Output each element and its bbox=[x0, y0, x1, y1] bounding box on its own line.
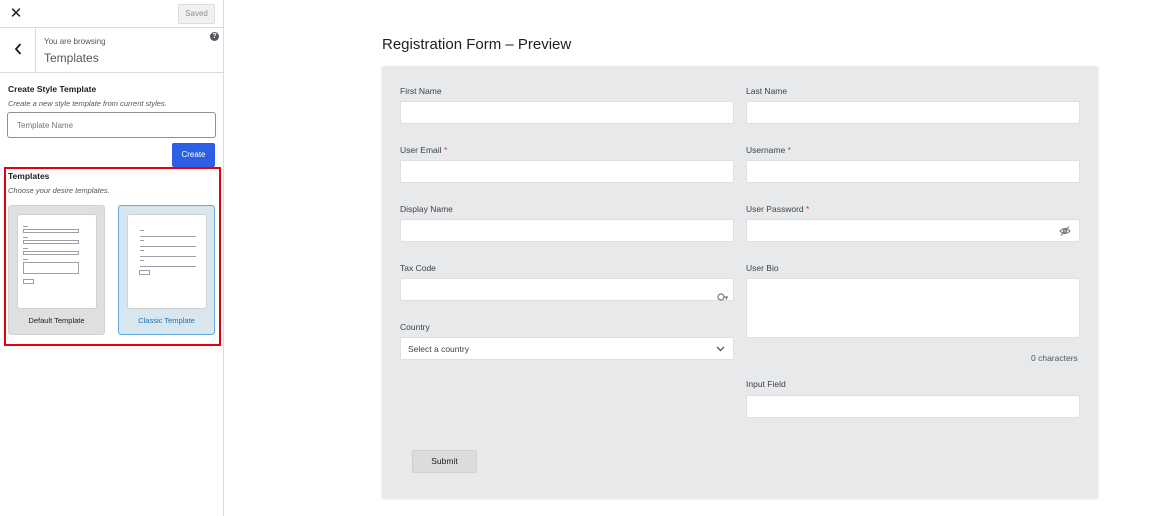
customizer-app: ✕ Saved You are browsing Templates ? Cre… bbox=[0, 0, 1150, 516]
tax-code-label: Tax Code bbox=[400, 263, 436, 273]
password-manager-icon[interactable] bbox=[717, 292, 729, 302]
last-name-input[interactable] bbox=[746, 101, 1080, 124]
browse-subtitle: You are browsing bbox=[44, 37, 106, 46]
classic-template-thumbnail bbox=[127, 214, 207, 309]
user-email-label-text: User Email bbox=[400, 145, 442, 155]
chevron-left-icon bbox=[14, 43, 22, 55]
customizer-sidebar: ✕ Saved You are browsing Templates ? Cre… bbox=[0, 0, 224, 516]
back-button[interactable] bbox=[0, 28, 36, 72]
browse-title: Templates bbox=[44, 51, 99, 65]
input-field-input[interactable] bbox=[746, 395, 1080, 418]
user-password-input[interactable] bbox=[746, 219, 1080, 242]
template-name-input[interactable] bbox=[7, 112, 216, 138]
template-card-classic[interactable]: Classic Template bbox=[118, 205, 215, 335]
template-card-default[interactable]: Default Template bbox=[8, 205, 105, 335]
username-input[interactable] bbox=[746, 160, 1080, 183]
preview-title: Registration Form – Preview bbox=[382, 36, 572, 53]
required-marker: * bbox=[806, 204, 810, 214]
username-label: Username * bbox=[746, 145, 791, 155]
saved-button[interactable]: Saved bbox=[178, 4, 215, 24]
last-name-label: Last Name bbox=[746, 86, 788, 96]
country-label: Country bbox=[400, 322, 430, 332]
help-icon[interactable]: ? bbox=[210, 32, 219, 41]
browse-header: You are browsing Templates ? bbox=[0, 28, 223, 73]
registration-form: First Name Last Name User Email * Userna… bbox=[382, 66, 1098, 498]
submit-button[interactable]: Submit bbox=[412, 450, 477, 473]
user-password-label-text: User Password bbox=[746, 204, 804, 214]
input-field-label: Input Field bbox=[746, 379, 786, 389]
display-name-input[interactable] bbox=[400, 219, 734, 242]
chevron-down-icon bbox=[716, 346, 725, 352]
required-marker: * bbox=[787, 145, 791, 155]
classic-template-label: Classic Template bbox=[138, 316, 195, 325]
country-select-value: Select a country bbox=[408, 344, 469, 354]
default-template-label: Default Template bbox=[28, 316, 85, 325]
character-count: 0 characters bbox=[1031, 353, 1078, 363]
user-bio-textarea[interactable] bbox=[746, 278, 1080, 338]
sidebar-topbar: ✕ Saved bbox=[0, 0, 223, 28]
create-button[interactable]: Create bbox=[172, 143, 215, 167]
eye-slash-icon[interactable] bbox=[1059, 225, 1071, 237]
first-name-label: First Name bbox=[400, 86, 442, 96]
username-label-text: Username bbox=[746, 145, 786, 155]
user-email-label: User Email * bbox=[400, 145, 447, 155]
templates-title: Templates bbox=[8, 171, 50, 181]
create-template-description: Create a new style template from current… bbox=[8, 99, 167, 108]
display-name-label: Display Name bbox=[400, 204, 453, 214]
user-password-label: User Password * bbox=[746, 204, 809, 214]
required-marker: * bbox=[443, 145, 448, 155]
default-template-thumbnail bbox=[17, 214, 97, 309]
tax-code-input[interactable] bbox=[400, 278, 734, 301]
templates-description: Choose your desire templates. bbox=[8, 186, 110, 195]
first-name-input[interactable] bbox=[400, 101, 734, 124]
user-bio-label: User Bio bbox=[746, 263, 779, 273]
close-icon[interactable]: ✕ bbox=[8, 5, 24, 21]
create-template-title: Create Style Template bbox=[8, 84, 97, 94]
user-email-input[interactable] bbox=[400, 160, 734, 183]
country-select[interactable]: Select a country bbox=[400, 337, 734, 360]
